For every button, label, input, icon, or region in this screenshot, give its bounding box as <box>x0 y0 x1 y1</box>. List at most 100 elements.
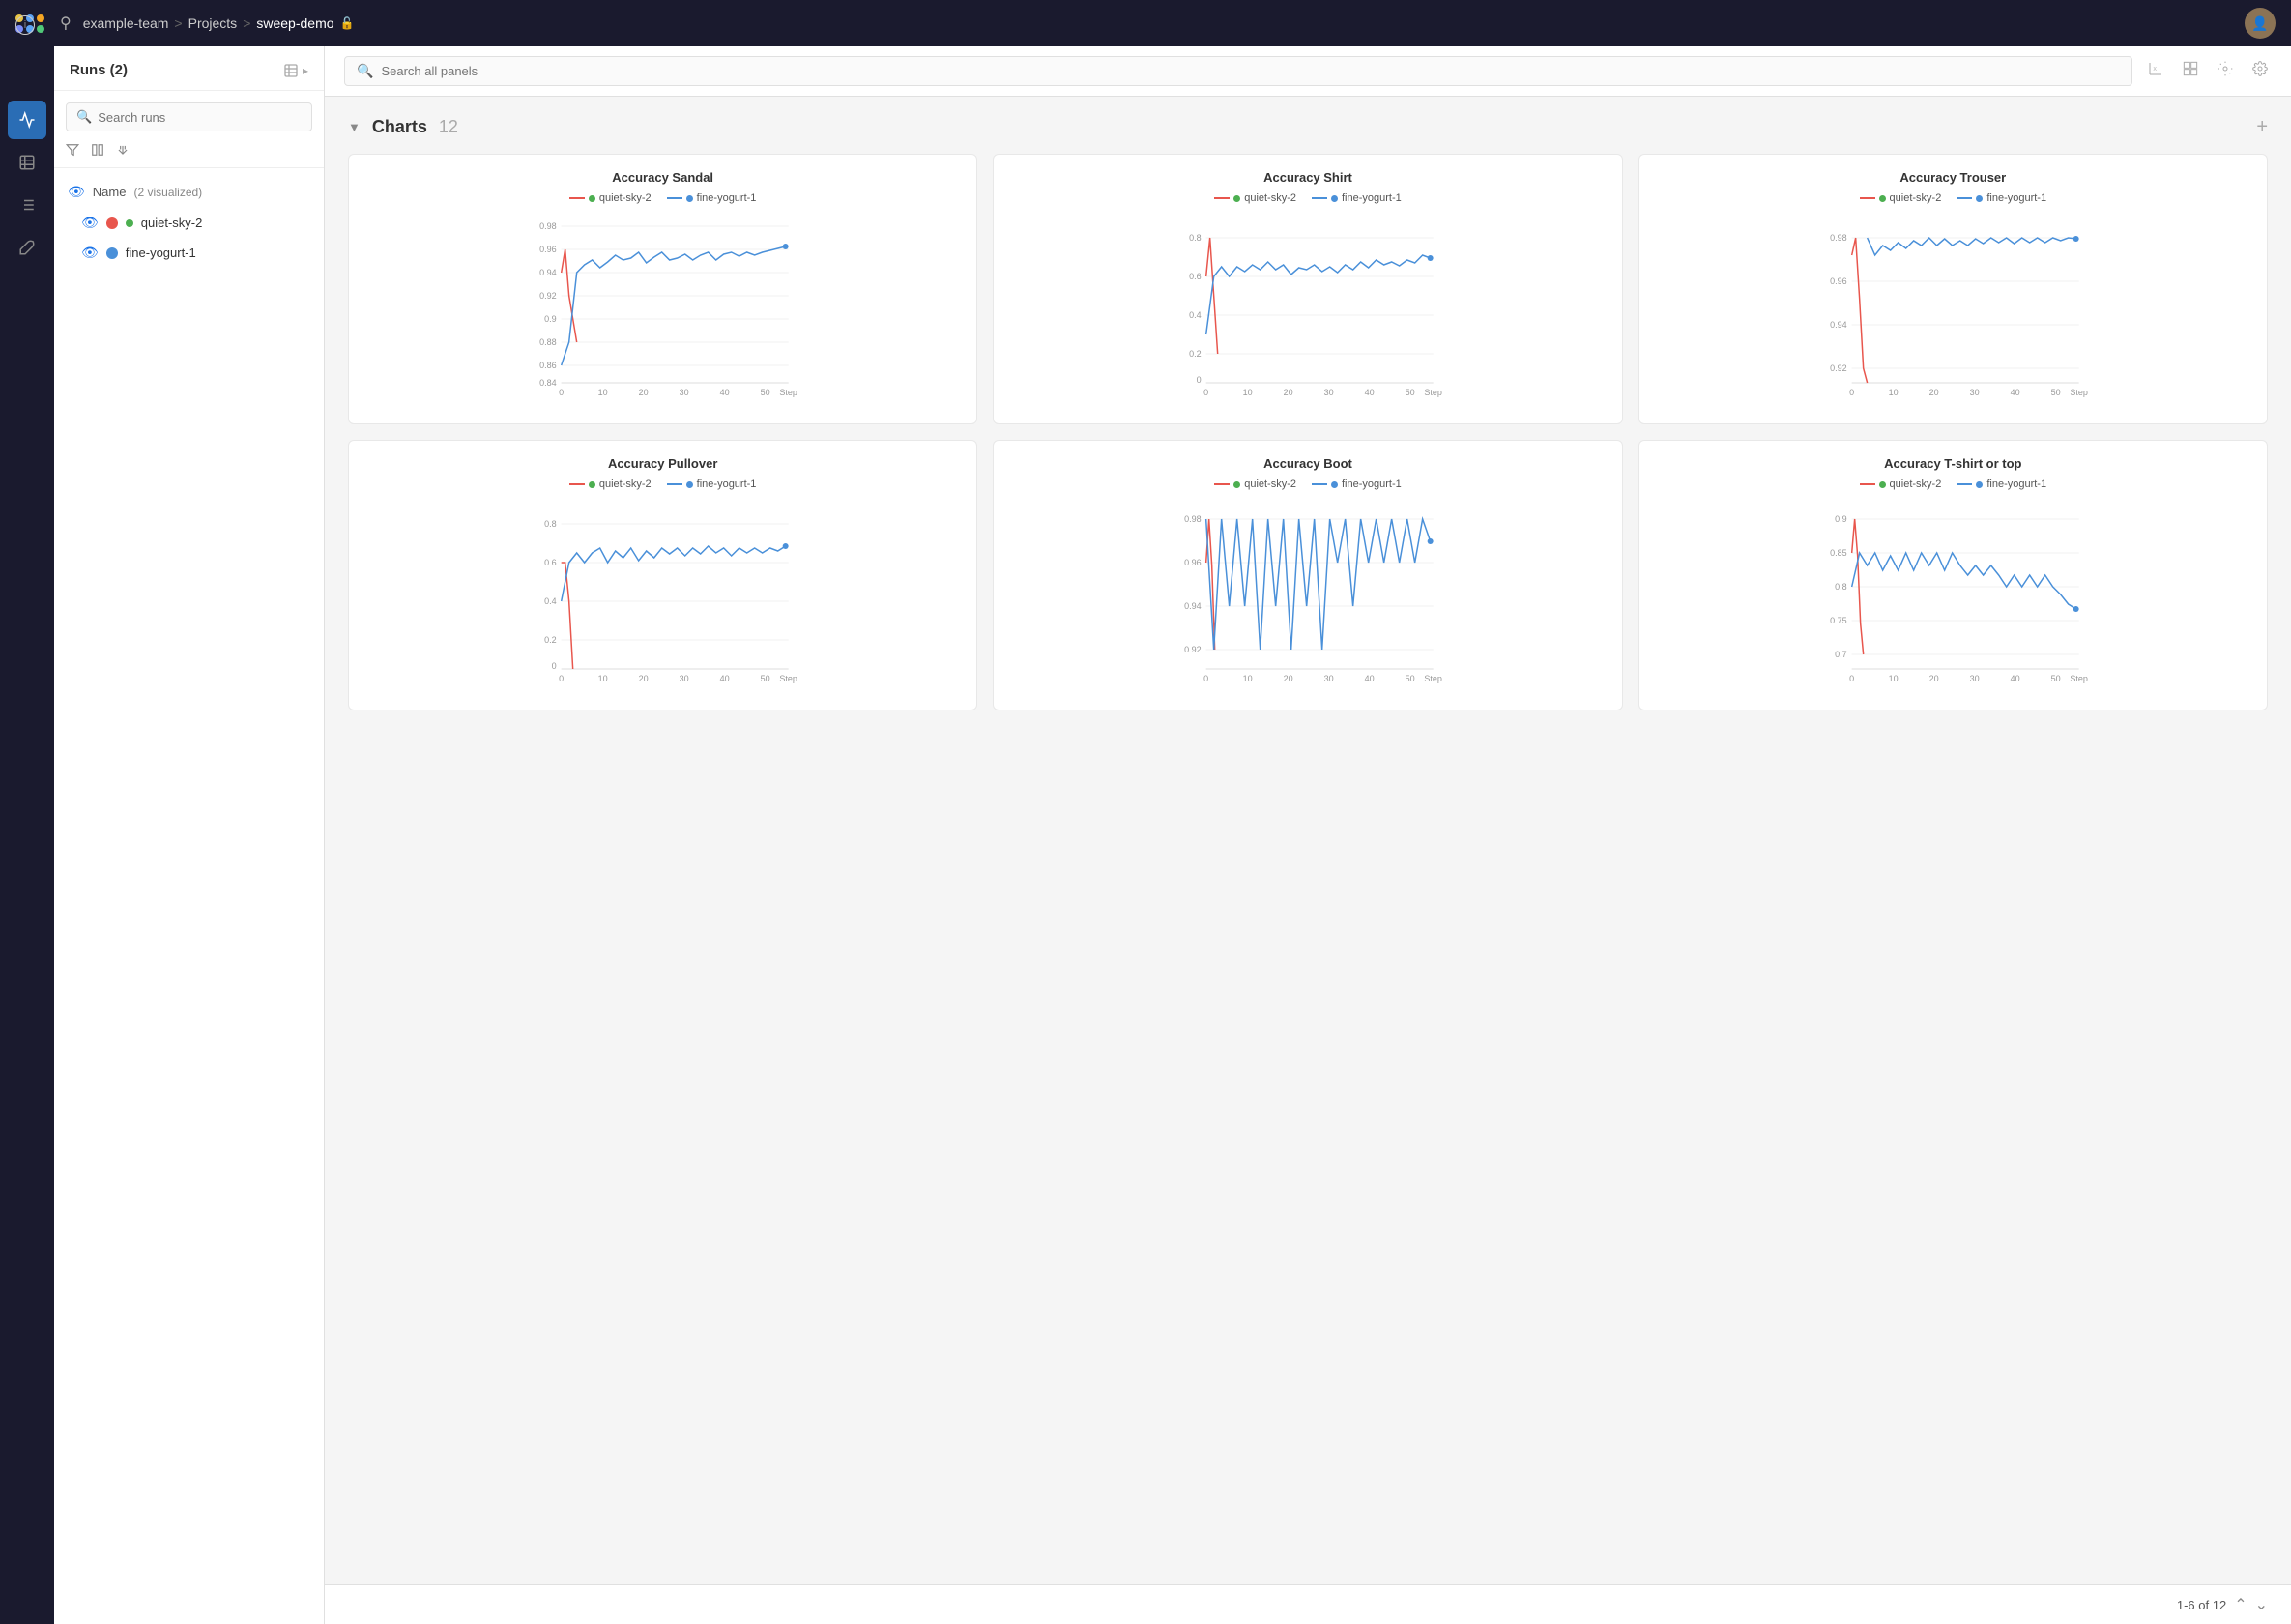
svg-text:0: 0 <box>1849 388 1854 397</box>
pagination-next[interactable]: ⌄ <box>2255 1595 2268 1614</box>
legend-item-red-sandal: quiet-sky-2 <box>569 192 652 204</box>
section-add-button[interactable]: + <box>2256 116 2268 138</box>
legend-item-red-shirt: quiet-sky-2 <box>1214 192 1296 204</box>
svg-text:20: 20 <box>639 388 649 397</box>
legend-line-blue-boot <box>1312 483 1327 485</box>
sidebar-table-icon[interactable] <box>8 143 46 182</box>
legend-dot-blue-boot <box>1331 481 1338 488</box>
runs-search-icon: 🔍 <box>76 109 92 125</box>
legend-line-red <box>569 197 585 199</box>
svg-text:40: 40 <box>2010 388 2019 397</box>
legend-item-blue-trouser: fine-yogurt-1 <box>1957 192 2046 204</box>
svg-text:0: 0 <box>559 388 564 397</box>
columns-icon[interactable] <box>91 143 104 160</box>
svg-text:10: 10 <box>1888 674 1898 683</box>
pagination-prev[interactable]: ⌃ <box>2234 1595 2247 1614</box>
dot-3 <box>37 14 44 22</box>
toolbar-columns-icon[interactable] <box>2214 57 2237 85</box>
svg-text:20: 20 <box>1284 674 1293 683</box>
svg-text:10: 10 <box>598 388 608 397</box>
sort-icon[interactable] <box>116 143 130 160</box>
breadcrumb-team[interactable]: example-team <box>83 15 169 31</box>
filter-icon[interactable] <box>66 143 79 160</box>
runs-table-toggle[interactable]: ▸ <box>283 63 308 78</box>
panel-search-icon: 🔍 <box>357 63 373 79</box>
runs-list: 👁 Name (2 visualized) 👁 quiet-sky-2 👁 fi… <box>54 168 324 1624</box>
legend-label-red-trouser: quiet-sky-2 <box>1890 192 1942 204</box>
svg-text:40: 40 <box>2010 674 2019 683</box>
svg-text:0: 0 <box>1197 375 1202 385</box>
panel-search-box[interactable]: 🔍 <box>344 56 2132 86</box>
svg-text:Step: Step <box>2070 388 2088 397</box>
toolbar-settings-icon[interactable] <box>2248 57 2272 85</box>
toolbar-axis-icon[interactable]: X <box>2144 57 2167 85</box>
run-dot-1 <box>106 218 118 229</box>
sidebar-list-icon[interactable] <box>8 186 46 224</box>
svg-text:10: 10 <box>1243 388 1253 397</box>
svg-text:0.88: 0.88 <box>539 337 557 347</box>
group-eye-icon[interactable]: 👁 <box>68 184 85 200</box>
svg-text:0.98: 0.98 <box>1184 514 1202 524</box>
svg-text:50: 50 <box>761 388 770 397</box>
legend-item-blue-shirt: fine-yogurt-1 <box>1312 192 1402 204</box>
chart-svg-pullover: 0.8 0.6 0.4 0.2 0 0 10 20 <box>364 498 961 691</box>
legend-dot-blue-pullover <box>686 481 693 488</box>
sidebar-brush-icon[interactable] <box>8 228 46 267</box>
svg-text:30: 30 <box>1969 388 1979 397</box>
user-avatar[interactable]: 👤 <box>2245 8 2276 39</box>
svg-text:0.4: 0.4 <box>1189 310 1202 320</box>
chart-title-boot: Accuracy Boot <box>1009 456 1606 471</box>
toolbar-layout-icon[interactable] <box>2179 57 2202 85</box>
run-item-1[interactable]: 👁 quiet-sky-2 <box>54 208 324 238</box>
section-title: Charts <box>372 117 427 137</box>
run-eye-1[interactable]: 👁 <box>81 215 99 231</box>
svg-text:30: 30 <box>680 388 689 397</box>
svg-text:0.2: 0.2 <box>544 635 557 645</box>
legend-item-red-trouser: quiet-sky-2 <box>1860 192 1942 204</box>
nav-search-icon[interactable]: ⚲ <box>60 14 72 33</box>
svg-text:50: 50 <box>761 674 770 683</box>
legend-label-blue-trouser: fine-yogurt-1 <box>1986 192 2046 204</box>
legend-item-red-pullover: quiet-sky-2 <box>569 478 652 490</box>
legend-label-blue-shirt: fine-yogurt-1 <box>1342 192 1402 204</box>
chart-accuracy-sandal: Accuracy Sandal quiet-sky-2 fine-yogurt-… <box>348 154 977 424</box>
breadcrumb-sep1: > <box>174 15 182 31</box>
panel-search-input[interactable] <box>381 64 2120 78</box>
runs-group-header: 👁 Name (2 visualized) <box>54 176 324 208</box>
svg-text:0.92: 0.92 <box>1830 363 1847 373</box>
svg-text:0.8: 0.8 <box>1835 582 1847 592</box>
svg-text:50: 50 <box>1406 388 1415 397</box>
svg-text:0.7: 0.7 <box>1835 650 1847 659</box>
run-eye-2[interactable]: 👁 <box>81 245 99 261</box>
svg-text:Step: Step <box>1425 674 1443 683</box>
legend-item-blue-pullover: fine-yogurt-1 <box>667 478 757 490</box>
legend-label-blue-sandal: fine-yogurt-1 <box>697 192 757 204</box>
chart-svg-sandal: 0.98 0.96 0.94 0.92 0.9 0.88 0.86 0.84 <box>364 212 961 405</box>
breadcrumb-current[interactable]: sweep-demo <box>256 15 334 31</box>
svg-text:X: X <box>2153 67 2157 72</box>
svg-text:40: 40 <box>1365 674 1375 683</box>
svg-text:20: 20 <box>639 674 649 683</box>
run-item-2[interactable]: 👁 fine-yogurt-1 <box>54 238 324 268</box>
legend-label-red-pullover: quiet-sky-2 <box>599 478 652 490</box>
breadcrumb-projects[interactable]: Projects <box>188 15 238 31</box>
svg-text:0.6: 0.6 <box>1189 272 1202 281</box>
section-collapse-icon[interactable]: ▼ <box>348 120 361 134</box>
section-header: ▼ Charts 12 + <box>348 116 2268 138</box>
legend-dot-green-shirt <box>1233 195 1240 202</box>
main-layout: i Runs (2) ▸ 🔍 <box>0 46 2291 1624</box>
svg-text:0.92: 0.92 <box>539 291 557 301</box>
svg-text:Step: Step <box>1425 388 1443 397</box>
runs-search-input[interactable] <box>98 110 302 125</box>
legend-line-blue-pullover <box>667 483 682 485</box>
run-group-name: Name <box>93 185 127 199</box>
legend-line-blue-trouser <box>1957 197 1972 199</box>
runs-filter-bar <box>54 139 324 168</box>
legend-line-blue <box>667 197 682 199</box>
svg-text:0.86: 0.86 <box>539 361 557 370</box>
legend-label-red-shirt: quiet-sky-2 <box>1244 192 1296 204</box>
svg-text:20: 20 <box>1928 674 1938 683</box>
runs-search-box[interactable]: 🔍 <box>66 102 312 131</box>
sidebar-charts-icon[interactable] <box>8 101 46 139</box>
svg-text:0.2: 0.2 <box>1189 349 1202 359</box>
